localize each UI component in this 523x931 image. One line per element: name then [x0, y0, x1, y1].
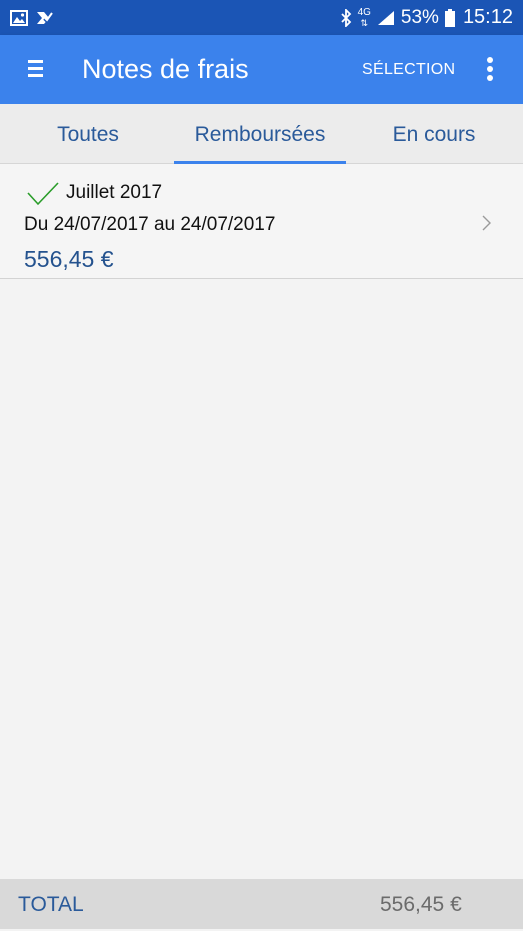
- chevron-right-icon[interactable]: [480, 214, 492, 232]
- app-bar: Notes de frais SÉLECTION: [0, 35, 523, 104]
- bluetooth-icon: [340, 8, 351, 27]
- total-value: 556,45 €: [380, 893, 462, 916]
- battery-icon: [444, 8, 455, 27]
- status-left-icons: [10, 9, 54, 26]
- more-vertical-icon[interactable]: [478, 55, 502, 85]
- total-footer: TOTAL 556,45 €: [0, 879, 523, 929]
- tab-toutes[interactable]: Toutes: [8, 104, 168, 164]
- tab-remboursees[interactable]: Remboursées: [174, 104, 346, 164]
- expense-amount: 556,45 €: [24, 246, 114, 272]
- page-title: Notes de frais: [82, 54, 249, 84]
- expense-dates: Du 24/07/2017 au 24/07/2017: [24, 214, 276, 235]
- tab-en-cours[interactable]: En cours: [356, 104, 512, 164]
- network-type: 4G: [357, 6, 371, 18]
- status-right-icons: 4G ⇅ 53% 15:12: [340, 6, 513, 29]
- signal-icon: [377, 10, 394, 25]
- selection-button[interactable]: SÉLECTION: [362, 35, 455, 104]
- total-label: TOTAL: [18, 893, 84, 916]
- check-icon: [27, 182, 59, 206]
- tab-bar: Toutes Remboursées En cours: [0, 104, 523, 164]
- battery-percentage: 53%: [400, 6, 439, 28]
- status-bar: 4G ⇅ 53% 15:12: [0, 0, 523, 35]
- expense-title: Juillet 2017: [66, 182, 163, 203]
- hamburger-menu-icon[interactable]: [22, 55, 50, 83]
- assistant-icon: [37, 11, 54, 24]
- image-icon: [10, 9, 28, 26]
- network-4g-icon: 4G ⇅: [357, 6, 371, 28]
- clock: 15:12: [462, 6, 513, 28]
